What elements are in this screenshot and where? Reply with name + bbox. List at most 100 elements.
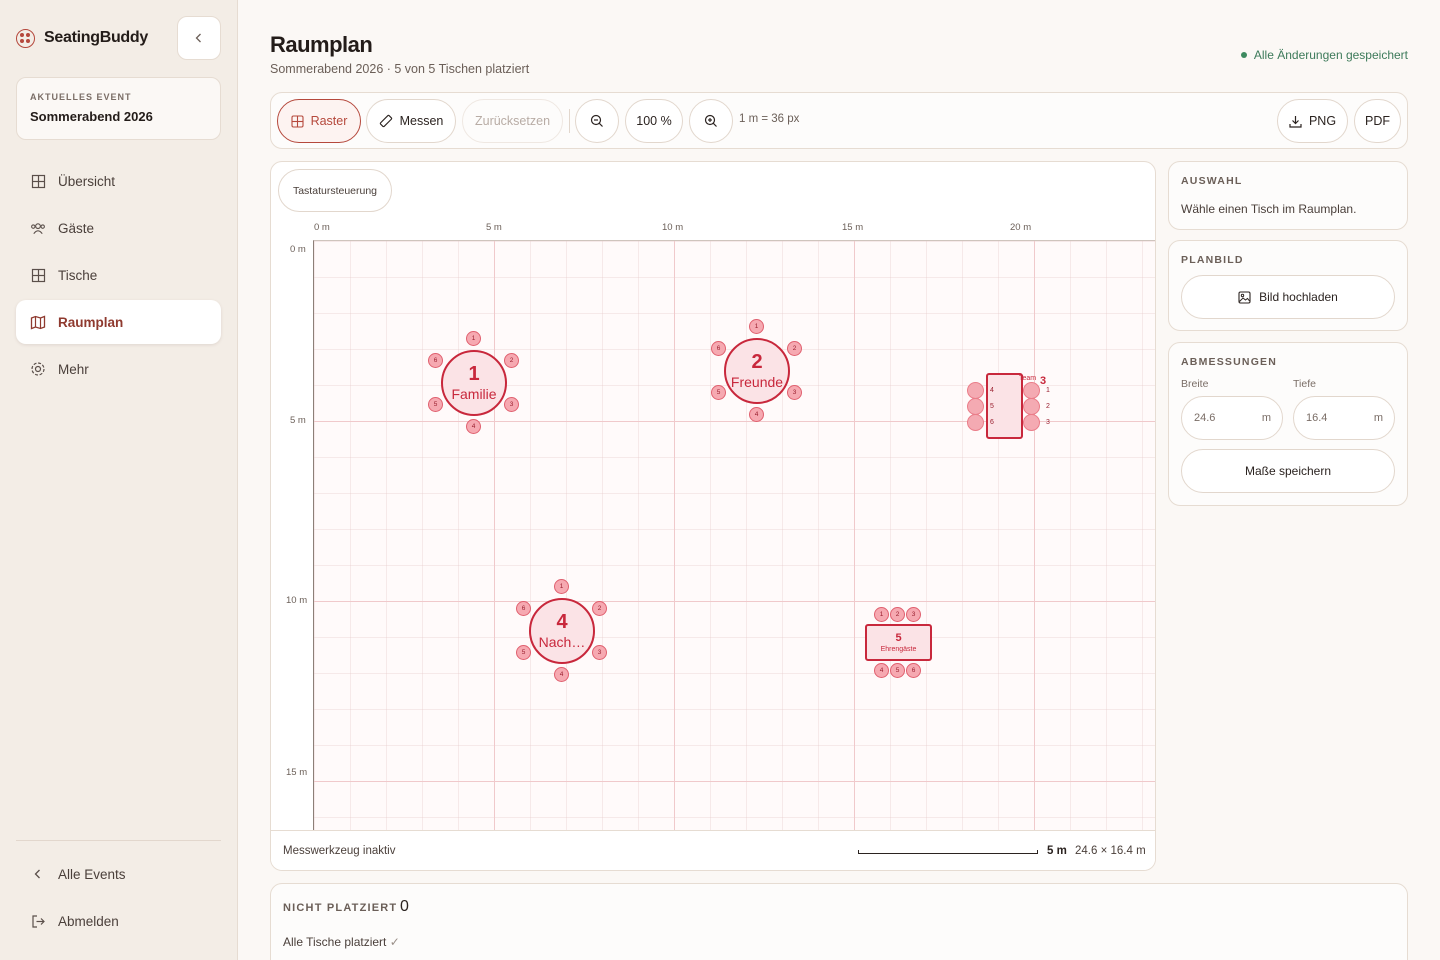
reset-button[interactable]: Zurücksetzen [462,99,563,143]
round-table[interactable]: 2 Freunde [724,338,790,404]
seat[interactable]: 6 [516,601,531,616]
seat[interactable] [1023,414,1040,431]
seat[interactable]: 5 [428,397,443,412]
save-dimensions-button[interactable]: Maße speichern [1181,449,1395,493]
ruler-y-label: 0 m [290,244,306,255]
seat[interactable]: 5 [890,663,905,678]
seat[interactable]: 5 [711,385,726,400]
grid-line [494,241,495,830]
nav-item-more[interactable]: Mehr [16,347,221,391]
zoom-in-button[interactable] [689,99,733,143]
nav-item-overview[interactable]: Übersicht [16,159,221,203]
grid-toggle-button[interactable]: Raster [277,99,361,143]
seat[interactable]: 2 [890,607,905,622]
seat-number: 1 [1046,387,1050,394]
current-event-card[interactable]: AKTUELLES EVENT Sommerabend 2026 [16,77,221,140]
seat[interactable]: 1 [749,319,764,334]
width-unit: m [1261,412,1271,424]
zoom-out-button[interactable] [575,99,619,143]
nav-item-tables[interactable]: Tische [16,253,221,297]
width-label: Breite [1181,378,1209,390]
seat[interactable]: 1 [554,579,569,594]
selection-hint: Wähle einen Tisch im Raumplan. [1181,202,1357,216]
toolbar: Raster Messen Zurücksetzen 100 % 1 m = 3… [270,92,1408,149]
nav-label: Abmelden [58,913,119,929]
seat[interactable]: 3 [504,397,519,412]
seat[interactable]: 6 [906,663,921,678]
zoom-level[interactable]: 100 % [625,99,683,143]
seat[interactable]: 6 [711,341,726,356]
brand[interactable]: SeatingBuddy [16,26,148,50]
seat[interactable] [1023,398,1040,415]
status-dot-icon [1240,52,1247,58]
export-pdf-button[interactable]: PDF [1354,99,1401,143]
seat[interactable]: 2 [592,601,607,616]
nav-item-floorplan[interactable]: Raumplan [16,300,221,344]
reset-label: Zurücksetzen [474,114,551,128]
seat[interactable]: 2 [787,341,802,356]
unplaced-panel: NICHT PLATZIERT 0 Alle Tische platziert … [270,883,1408,960]
seat[interactable]: 4 [554,667,569,682]
seat[interactable]: 1 [874,607,889,622]
export-png-button[interactable]: PNG [1277,99,1348,143]
collapse-sidebar-button[interactable] [177,16,221,60]
floorplan-canvas: Tastatursteuerung 0 m 5 m 10 m 15 m 20 m… [270,161,1156,871]
seat[interactable]: 4 [874,663,889,678]
depth-input[interactable]: 16.4 m [1293,396,1395,440]
ruler-x-label: 15 m [842,222,864,233]
seat[interactable]: 3 [592,645,607,660]
zoom-out-icon [590,114,603,127]
measure-label: Messen [399,114,444,128]
table-number: 1 [468,363,480,385]
plan-image-panel: PLANBILD Bild hochladen [1168,240,1408,331]
sidebar-divider [16,840,221,841]
seat[interactable]: 6 [428,353,443,368]
sidebar: SeatingBuddy AKTUELLES EVENT Sommerabend… [0,0,238,960]
round-table[interactable]: 4 Nach… [529,598,595,664]
panel-caption: PLANBILD [1181,254,1244,266]
floorplan-grid[interactable]: 1 Familie 1 2 3 4 5 6 2 Freunde 1 2 3 4 … [313,240,1155,830]
grid-line [674,241,675,830]
scale-bar-label: 5 m [1047,845,1067,857]
bottom-nav: Alle Events Abmelden [16,852,221,946]
seat[interactable] [967,398,984,415]
width-input[interactable]: 24.6 m [1181,396,1283,440]
table-icon [30,267,46,283]
round-table[interactable]: 1 Familie [441,350,507,416]
seat[interactable]: 5 [516,645,531,660]
seat[interactable]: 4 [749,407,764,422]
selection-panel: AUSWAHL Wähle einen Tisch im Raumplan. [1168,161,1408,230]
grid-line [314,601,1155,602]
nav-item-all-events[interactable]: Alle Events [16,852,221,896]
app-name: SeatingBuddy [44,29,148,46]
rect-table[interactable]: 5 Ehrengäste [865,624,932,661]
seat[interactable]: 3 [787,385,802,400]
page-subtitle: Sommerabend 2026 · 5 von 5 Tischen platz… [270,62,530,76]
seat-number: 3 [1046,419,1050,426]
scale-bar [858,850,1038,854]
keyboard-control-button[interactable]: Tastatursteuerung [278,169,392,212]
table-name: Nach… [538,634,586,650]
seat[interactable]: 1 [466,331,481,346]
nav-item-guests[interactable]: Gäste [16,206,221,250]
seat[interactable] [1023,382,1040,399]
upload-image-button[interactable]: Bild hochladen [1181,275,1395,319]
grid-label: Raster [310,114,348,128]
zoom-in-icon [704,114,717,127]
panel-caption: AUSWAHL [1181,175,1243,187]
upload-label: Bild hochladen [1259,290,1338,304]
seat[interactable]: 4 [466,419,481,434]
seat[interactable]: 3 [906,607,921,622]
seat-number: 5 [990,403,994,410]
measure-button[interactable]: Messen [366,99,456,143]
save-status-text: Alle Änderungen gespeichert [1253,48,1408,62]
nav-label: Mehr [58,361,89,377]
nav-item-logout[interactable]: Abmelden [16,899,221,943]
seat[interactable] [967,414,984,431]
gear-icon [30,361,46,377]
event-caption: AKTUELLES EVENT [30,92,132,102]
seat[interactable]: 2 [504,353,519,368]
seat[interactable] [967,382,984,399]
grid-icon [291,114,304,128]
dimensions-panel: ABMESSUNGEN Breite Tiefe 24.6 m 16.4 m M… [1168,342,1408,506]
